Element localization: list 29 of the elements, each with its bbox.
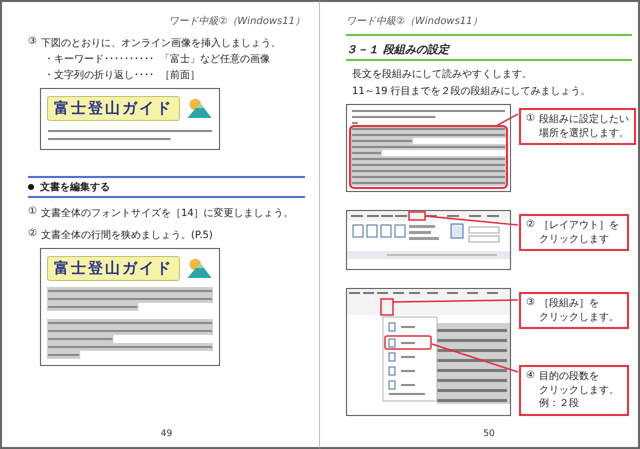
intro-text: 長文を段組みにして読みやすくします。	[352, 68, 533, 81]
bullet-label: ・キーワード･･････････	[44, 53, 154, 66]
banner-title: 富士登山ガイド	[47, 96, 180, 120]
page-number: 50	[482, 429, 496, 439]
step-text: 文書全体のフォントサイズを［14］に変更しましょう。	[40, 206, 294, 220]
callout-text: 段組みに設定したい 場所を選択します。	[538, 113, 629, 140]
section-title: ３－１ 段組みの設定	[346, 43, 449, 56]
bullet-value: ［前面］	[160, 69, 200, 82]
step-number: ①	[28, 206, 37, 219]
step-text: 下図のとおりに、オンライン画像を挿入しましょう。	[40, 36, 281, 50]
page-number: 49	[160, 429, 174, 439]
bullet-icon	[28, 184, 34, 190]
callout-number: ③	[526, 297, 535, 310]
intro-text: 11～19 行目までを２段の段組みにしてみましょう。	[352, 85, 592, 98]
callout-number: ④	[526, 370, 535, 383]
callout-text: ［レイアウト］を クリックします	[538, 219, 619, 246]
callout-number: ②	[526, 219, 535, 232]
banner-title: 富士登山ガイド	[47, 256, 180, 280]
callout-number: ①	[526, 113, 535, 126]
bullet-label: ・文字列の折り返し････	[44, 68, 154, 82]
page-header: ワード中級②（Windows11）	[346, 14, 484, 28]
step-number: ③	[28, 36, 37, 49]
callout-text: 目的の段数を クリックします。 例：２段	[538, 370, 619, 410]
bullet-value: 「富士」など任意の画像	[160, 52, 270, 66]
step-number: ②	[28, 228, 37, 241]
page-header: ワード中級②（Windows11）	[167, 14, 305, 28]
section-title: 文書を編集する	[40, 180, 110, 194]
step-text: 文書全体の行間を狭めましょう。(P.5)	[40, 228, 213, 242]
callout-text: ［段組み］を クリックします。	[538, 297, 619, 324]
